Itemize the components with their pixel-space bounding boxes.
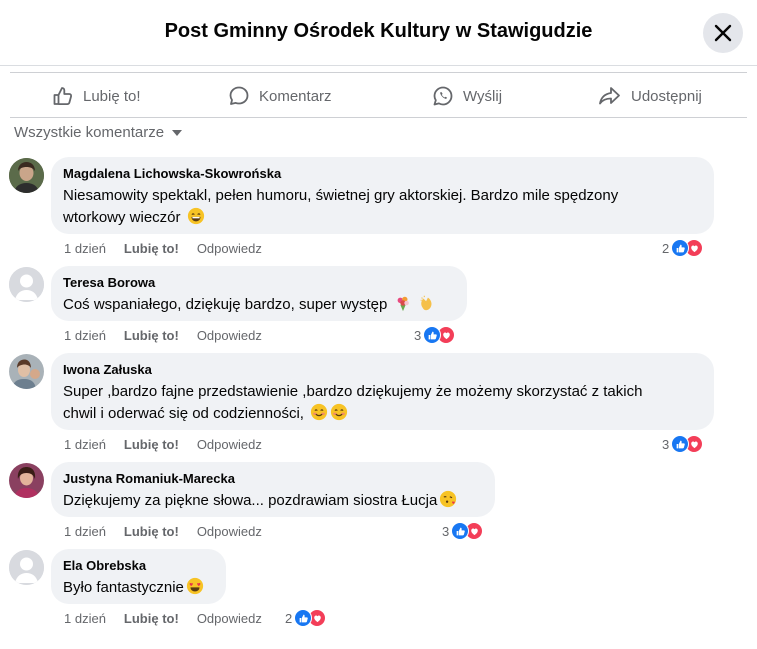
comment-reply-link[interactable]: Odpowiedz [197,241,262,256]
close-button[interactable] [703,13,743,53]
comment-bubble: Justyna Romaniuk-Marecka Dziękujemy za p… [51,462,495,517]
reaction-count: 3 [414,327,422,343]
like-reaction-icon [451,522,470,540]
comment-timestamp[interactable]: 1 dzień [64,328,106,343]
like-reaction-icon [294,609,313,627]
comment-reply-link[interactable]: Odpowiedz [197,437,262,452]
send-button[interactable]: Wyślij [432,73,502,119]
comment-text: Niesamowity spektakl, pełen humoru, świe… [63,187,619,204]
comment-filter-label: Wszystkie komentarze [14,124,165,141]
comment-meta: 1 dzień Lubię to! Odpowiedz [64,437,280,452]
comment-bubble: Teresa Borowa Coś wspaniałego, dziękuję … [51,266,467,321]
comment-button[interactable]: Komentarz [228,73,332,119]
like-reaction-icon [671,435,690,453]
reaction-summary[interactable]: 2 [285,608,327,628]
dialog-header: Post Gminny Ośrodek Kultury w Stawigudzi… [0,0,757,66]
comment-meta: 1 dzień Lubię to! Odpowiedz [64,241,280,256]
comment-like-link[interactable]: Lubię to! [124,328,179,343]
default-avatar-icon [9,550,44,585]
reaction-count: 3 [662,436,670,452]
reaction-count: 2 [285,610,293,626]
comment-text: Było fantastycznie [63,577,214,599]
default-avatar-icon [9,267,44,302]
comment-author[interactable]: Iwona Załuska [63,361,702,379]
comment-timestamp[interactable]: 1 dzień [64,437,106,452]
like-label: Lubię to! [83,87,141,105]
comment-author[interactable]: Ela Obrebska [63,557,214,575]
clapping-hands-icon [420,295,432,311]
comment-meta: 1 dzień Lubię to! Odpowiedz [64,328,280,343]
reaction-count: 2 [662,240,670,256]
comment-bubble: Ela Obrebska Było fantastycznie [51,549,226,604]
reaction-count: 3 [442,523,450,539]
avatar[interactable] [9,550,44,585]
comment-reply-link[interactable]: Odpowiedz [197,328,262,343]
grinning-face-icon [187,207,204,225]
comment-text-line2: wtorkowy wieczór [63,207,702,229]
reaction-summary[interactable]: 3 [442,521,484,541]
comment-text: Super ,bardzo fajne przedstawienie ,bard… [63,383,643,400]
share-button[interactable]: Udostępnij [598,73,702,119]
comment-text-line2: chwil i oderwać się od codzienności, [63,403,702,425]
post-action-bar: Lubię to! Komentarz Wyślij Udostępnij [10,72,747,118]
face-blowing-kiss-icon [440,490,457,508]
comment-like-link[interactable]: Lubię to! [124,611,179,626]
comment-like-link[interactable]: Lubię to! [124,524,179,539]
page-title: Post Gminny Ośrodek Kultury w Stawigudzi… [164,20,593,42]
reaction-summary[interactable]: 3 [662,434,704,454]
comment-author[interactable]: Teresa Borowa [63,274,455,292]
comment-bubble: Magdalena Lichowska-Skowrońska Niesamowi… [51,157,714,234]
comment-reply-link[interactable]: Odpowiedz [197,524,262,539]
send-label: Wyślij [463,87,503,105]
avatar[interactable] [9,158,44,193]
avatar[interactable] [9,354,44,389]
share-label: Udostępnij [631,87,702,105]
comment-reply-link[interactable]: Odpowiedz [197,611,262,626]
thumbs-up-icon [53,87,73,105]
comment-author[interactable]: Magdalena Lichowska-Skowrońska [63,165,702,183]
comment-like-link[interactable]: Lubię to! [124,437,179,452]
share-arrow-icon [599,87,620,105]
like-button[interactable]: Lubię to! [52,73,141,119]
comment-like-link[interactable]: Lubię to! [124,241,179,256]
smiling-face-icon [331,403,348,421]
like-reaction-icon [671,239,690,257]
avatar[interactable] [9,463,44,498]
reaction-summary[interactable]: 3 [414,325,456,345]
reaction-summary[interactable]: 2 [662,238,704,258]
smiling-face-icon [311,403,328,421]
comment-filter-dropdown[interactable]: Wszystkie komentarze [14,124,183,141]
whatsapp-icon [433,86,453,106]
comment-meta: 1 dzień Lubię to! Odpowiedz [64,611,280,626]
avatar[interactable] [9,267,44,302]
like-reaction-icon [423,326,442,344]
heart-eyes-face-icon [186,577,204,595]
comment-meta: 1 dzień Lubię to! Odpowiedz [64,524,280,539]
comment-text: Dziękujemy za piękne słowa... pozdrawiam… [63,490,483,512]
comment-bubble: Iwona Załuska Super ,bardzo fajne przeds… [51,353,714,430]
comment-timestamp[interactable]: 1 dzień [64,524,106,539]
comment-label: Komentarz [259,87,332,105]
comment-bubble-icon [229,86,249,105]
comment-timestamp[interactable]: 1 dzień [64,611,106,626]
comment-timestamp[interactable]: 1 dzień [64,241,106,256]
bouquet-icon [397,296,409,312]
close-icon [714,24,732,42]
comment-author[interactable]: Justyna Romaniuk-Marecka [63,470,483,488]
caret-down-icon [172,129,183,136]
comment-text: Coś wspaniałego, dziękuję bardzo, super … [63,294,455,316]
